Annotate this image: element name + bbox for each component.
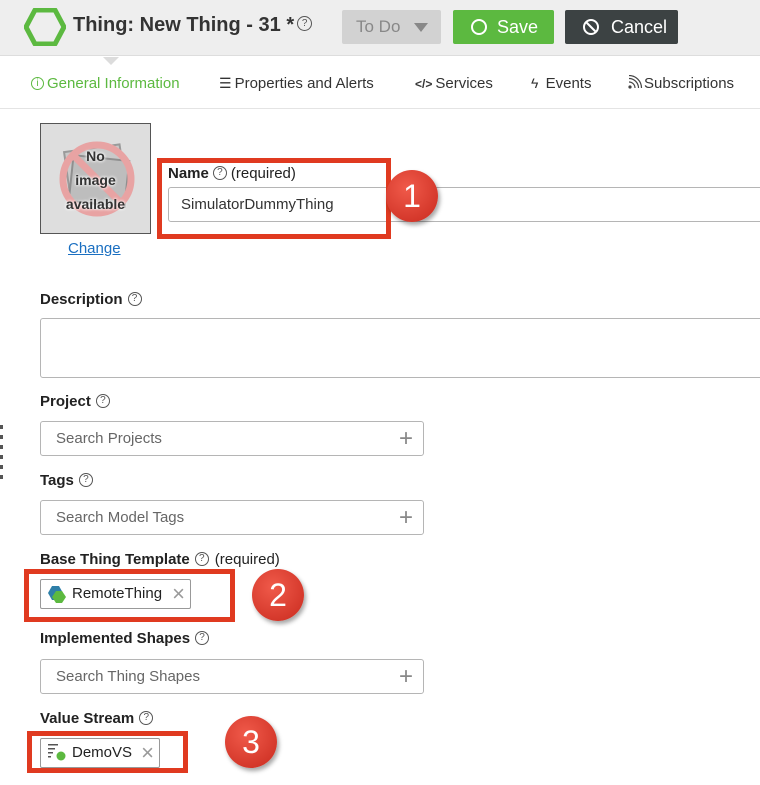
tags-label: Tags? [40,472,93,489]
tab-label: Services [435,75,493,92]
lightning-icon: ϟ [531,75,539,91]
base-template-label-text: Base Thing Template [40,551,190,568]
help-icon[interactable]: ? [127,292,142,307]
shapes-search-input[interactable]: Search Thing Shapes + [40,659,424,694]
shapes-placeholder: Search Thing Shapes [56,668,200,685]
help-icon[interactable]: ? [78,473,93,488]
cancel-button-label: Cancel [611,17,668,37]
description-label-text: Description [40,291,123,308]
shapes-label-text: Implemented Shapes [40,630,191,647]
no-image-line: available [65,196,126,212]
value-stream-label-text: Value Stream [40,710,135,727]
code-icon: </> [415,77,433,91]
description-field[interactable] [40,318,760,378]
tab-label: General Information [47,75,180,92]
callout-box-3 [27,731,188,773]
help-icon[interactable]: ? [139,711,154,726]
tags-label-text: Tags [40,472,74,489]
base-template-label: Base Thing Template? (required) [40,551,280,568]
tab-properties-and-alerts[interactable]: ☰ Properties and Alerts [219,75,374,92]
tags-placeholder: Search Model Tags [56,509,185,526]
list-icon: ☰ [219,75,232,91]
project-label: Project? [40,393,110,410]
tab-label: Properties and Alerts [234,75,374,92]
project-search-input[interactable]: Search Projects + [40,421,424,456]
state-dropdown-label: To Do [356,17,401,36]
description-label: Description? [40,291,142,308]
save-button-label: Save [497,17,539,37]
state-dropdown[interactable]: To Do [342,10,441,44]
feed-icon [628,74,643,89]
circle-icon [471,19,487,35]
page-title-text: Thing: New Thing - 31 * [73,14,295,36]
no-image-line: No [86,148,105,164]
callout-box-2 [24,569,235,622]
no-image-line: image [75,172,116,188]
value-stream-label: Value Stream? [40,710,154,727]
tab-events[interactable]: ϟ Events [531,75,591,92]
project-label-text: Project [40,393,91,410]
thing-hexagon-icon [24,8,66,46]
caret-down-icon [414,23,428,32]
callout-badge-3: 3 [225,716,277,768]
plus-icon[interactable]: + [399,422,413,455]
thing-header: Thing: New Thing - 31 *? To Do Save Canc… [0,0,760,56]
info-circle-icon: i [31,76,44,90]
tab-bar: i General Information ☰ Properties and Ale… [0,57,760,109]
plus-icon[interactable]: + [399,660,413,693]
side-resize-handle[interactable] [0,425,4,485]
tab-general-information[interactable]: i General Information [31,75,180,92]
callout-badge-2: 2 [252,569,304,621]
active-tab-pointer [103,57,119,65]
callout-badge-1: 1 [386,170,438,222]
help-icon[interactable]: ? [195,631,210,646]
help-icon[interactable]: ? [297,16,313,32]
project-placeholder: Search Projects [56,430,162,447]
change-image-link[interactable]: Change [68,240,121,257]
shapes-label: Implemented Shapes? [40,630,210,647]
thing-image: No image available [40,123,151,234]
tab-services[interactable]: </> Services [415,75,493,92]
tab-subscriptions[interactable]: Subscriptions [628,74,735,92]
plus-icon[interactable]: + [399,501,413,534]
cancel-button[interactable]: Cancel [565,10,678,44]
tags-search-input[interactable]: Search Model Tags + [40,500,424,535]
help-icon[interactable]: ? [95,394,110,409]
tab-label: Subscriptions [644,75,735,92]
tab-label: Events [545,75,592,92]
help-icon[interactable]: ? [194,552,209,567]
required-text: (required) [214,551,280,568]
page-title: Thing: New Thing - 31 *? [73,14,313,37]
ban-icon [583,19,599,35]
no-image-text: No image available [41,144,150,216]
callout-box-1 [157,158,391,239]
save-button[interactable]: Save [453,10,554,44]
